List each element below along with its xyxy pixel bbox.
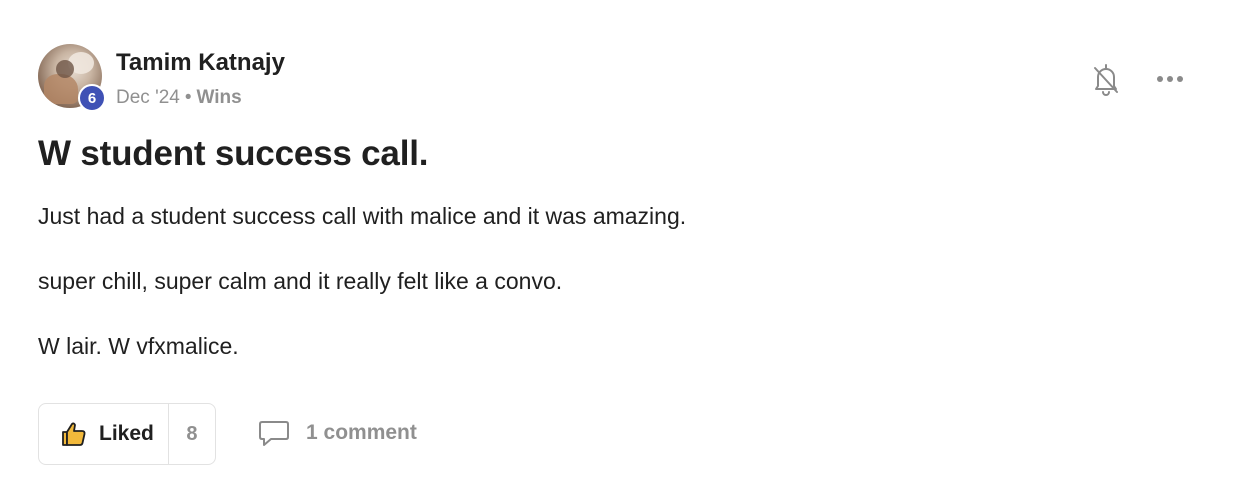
like-control: Liked 8 <box>38 403 216 465</box>
post-card: 6 Tamim Katnajy Dec '24 • Wins W student s… <box>0 0 1242 486</box>
post-meta: Dec '24 • Wins <box>116 87 242 109</box>
comment-button[interactable]: 1 comment <box>258 418 417 448</box>
post-date[interactable]: Dec '24 <box>116 87 180 108</box>
meta-separator: • <box>184 87 192 108</box>
level-badge: 6 <box>78 84 106 112</box>
more-horizontal-icon[interactable] <box>1154 66 1186 92</box>
author-name[interactable]: Tamim Katnajy <box>116 49 285 77</box>
author-avatar[interactable]: 6 <box>38 44 106 112</box>
like-count[interactable]: 8 <box>167 404 215 464</box>
bell-off-icon[interactable] <box>1092 62 1120 96</box>
post-category[interactable]: Wins <box>196 87 241 108</box>
like-button[interactable]: Liked <box>39 404 168 464</box>
comment-icon <box>258 418 290 448</box>
thumbs-up-icon <box>61 421 87 447</box>
like-label: Liked <box>99 422 154 445</box>
post-body-paragraph: W lair. W vfxmalice. <box>38 333 239 359</box>
post-body-paragraph: super chill, super calm and it really fe… <box>38 268 563 294</box>
post-title[interactable]: W student success call. <box>38 134 428 174</box>
comment-count-label: 1 comment <box>306 421 417 444</box>
post-body-paragraph: Just had a student success call with mal… <box>38 203 687 229</box>
